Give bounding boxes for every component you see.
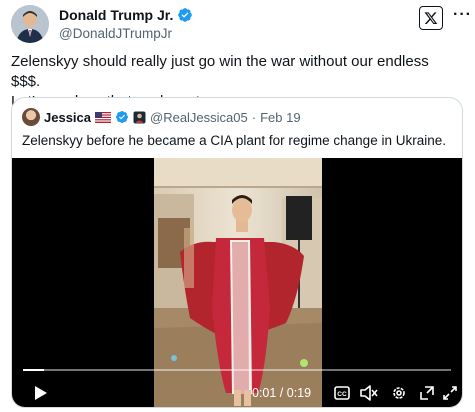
play-icon[interactable] [30, 378, 52, 407]
fullscreen-icon[interactable] [440, 378, 460, 407]
x-logo-icon[interactable] [419, 6, 443, 30]
svg-text:CC: CC [337, 391, 347, 398]
video-time: 0:01 / 0:19 [252, 386, 312, 400]
verified-badge-icon [178, 8, 193, 22]
settings-icon[interactable] [388, 378, 410, 407]
video-progress-fill [23, 369, 45, 371]
video-player[interactable]: 0:01 / 0:19 CC [12, 158, 462, 407]
quote-header: Jessica @RealJessica05 · Feb 19 [22, 108, 301, 126]
mute-icon[interactable] [358, 378, 380, 407]
pip-icon[interactable] [416, 378, 438, 407]
captions-icon[interactable]: CC [332, 378, 352, 407]
avatar[interactable] [11, 5, 49, 43]
quote-author-name[interactable]: Jessica [44, 110, 91, 125]
verified-badge-icon [116, 111, 128, 123]
video-controls: 0:01 / 0:19 CC [12, 378, 462, 407]
author-display-name[interactable]: Donald Trump Jr. [59, 7, 173, 23]
quoted-post[interactable]: Jessica @RealJessica05 · Feb 19 Zelensky… [11, 97, 463, 408]
affiliate-badge-icon [133, 111, 146, 123]
quote-author-handle[interactable]: @RealJessica05 [150, 110, 248, 125]
quote-avatar[interactable] [22, 108, 40, 126]
us-flag-icon [95, 111, 111, 123]
author-name-row[interactable]: Donald Trump Jr. [59, 7, 193, 23]
post-header: Donald Trump Jr. @DonaldJTrumpJr ··· [11, 5, 471, 45]
quote-date[interactable]: Feb 19 [260, 110, 300, 125]
video-progress-bar[interactable] [23, 369, 451, 371]
quote-text: Zelenskyy before he became a CIA plant f… [22, 133, 446, 148]
author-handle[interactable]: @DonaldJTrumpJr [59, 26, 172, 41]
quote-separator: · [251, 109, 257, 125]
more-icon[interactable]: ··· [453, 7, 472, 23]
